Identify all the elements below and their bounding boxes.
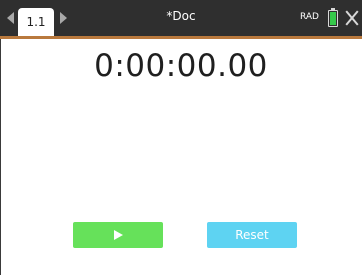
topbar-accent-line — [0, 36, 362, 39]
tab-label: 1.1 — [26, 15, 46, 29]
play-icon — [114, 230, 123, 240]
previous-page-icon[interactable] — [7, 12, 14, 24]
battery-cap — [331, 8, 335, 10]
app-screen: 1.1 *Doc RAD 0:00:00.00 Reset — [0, 0, 362, 275]
reset-button[interactable]: Reset — [207, 222, 297, 248]
battery-level — [330, 12, 336, 25]
document-title: *Doc — [166, 9, 196, 23]
tab-page-1-1[interactable]: 1.1 — [18, 8, 54, 39]
angle-mode-indicator: RAD — [300, 12, 319, 22]
top-bar: 1.1 *Doc RAD — [0, 0, 362, 39]
stopwatch-display: 0:00:00.00 — [0, 48, 362, 84]
start-button[interactable] — [73, 222, 163, 248]
battery-icon — [328, 8, 338, 27]
stopwatch-time: 0:00:00.00 — [94, 48, 268, 84]
next-page-icon[interactable] — [60, 12, 67, 24]
close-icon[interactable] — [345, 9, 359, 27]
